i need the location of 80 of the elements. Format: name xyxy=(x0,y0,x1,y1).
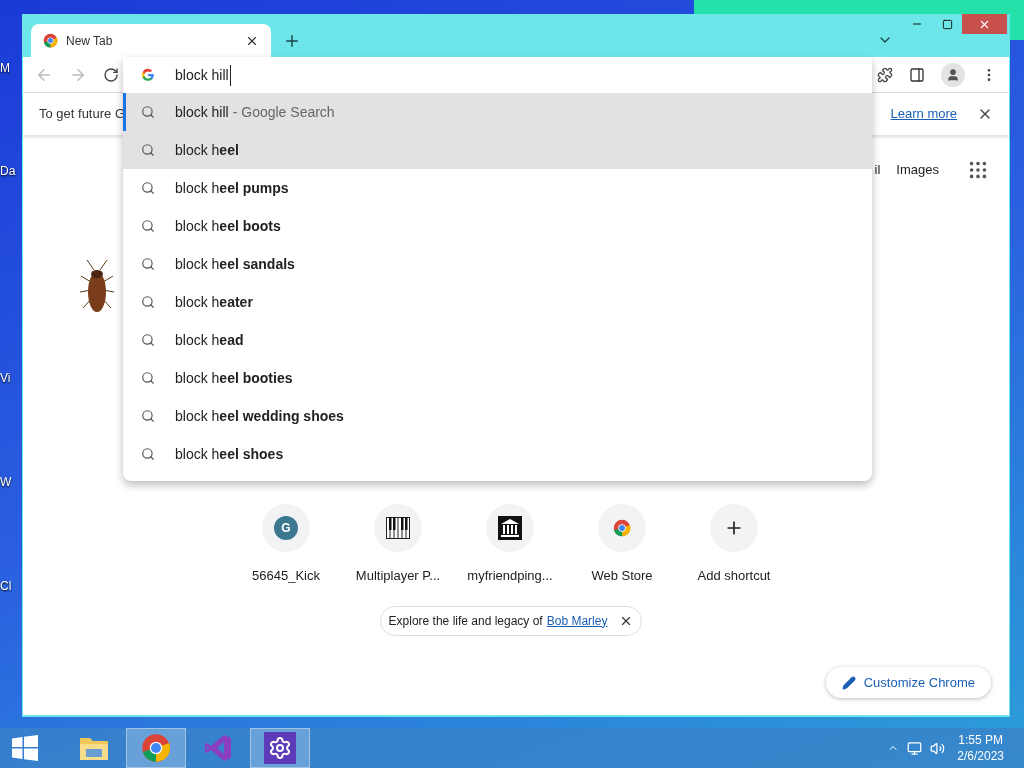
search-icon xyxy=(141,371,155,385)
shortcut-tile[interactable]: Web Store xyxy=(579,504,665,586)
web-store-icon xyxy=(613,519,631,537)
desktop-icon-label[interactable]: M xyxy=(0,60,10,76)
suggestion-item[interactable]: block heel sandals xyxy=(123,245,872,283)
shortcut-label: Add shortcut xyxy=(697,567,771,585)
suggestion-text: block heel booties xyxy=(175,368,293,388)
shortcut-label: myfriendping... xyxy=(467,567,553,585)
shortcut-tile[interactable]: Multiplayer P... xyxy=(355,504,441,586)
apps-grid-icon[interactable] xyxy=(967,159,989,181)
infinity-ribbon-icon xyxy=(203,733,233,763)
side-panel-icon[interactable] xyxy=(909,66,925,83)
desktop-icon-label[interactable]: W xyxy=(0,474,12,490)
promo-link[interactable]: Bob Marley xyxy=(546,611,608,630)
browser-tab[interactable]: New Tab xyxy=(31,24,271,57)
header-link[interactable]: Images xyxy=(896,160,939,180)
pencil-icon xyxy=(841,675,856,690)
volume-icon[interactable] xyxy=(930,740,946,756)
gear-tile-icon xyxy=(264,732,296,764)
site-letter-icon: G xyxy=(274,516,298,540)
piano-keys-icon xyxy=(386,517,410,539)
customize-chrome-button[interactable]: Customize Chrome xyxy=(825,667,991,698)
shortcut-label: 56645_Kick xyxy=(252,567,320,585)
learn-more-link[interactable]: Learn more xyxy=(890,104,957,124)
maximize-icon xyxy=(941,18,953,30)
search-icon xyxy=(141,143,155,157)
shortcut-tile[interactable]: myfriendping... xyxy=(467,504,553,586)
suggestion-item[interactable]: block head xyxy=(123,321,872,359)
shortcut-tile[interactable]: Add shortcut xyxy=(691,504,777,586)
suggestion-text: block heel xyxy=(175,140,239,160)
chrome-logo-icon xyxy=(43,33,58,48)
suggestion-item[interactable]: block heel booties xyxy=(123,359,872,397)
suggestion-item[interactable]: block hill - Google Search xyxy=(123,93,872,131)
suggestion-description: - Google Search xyxy=(232,102,335,122)
search-icon xyxy=(141,257,155,271)
suggestion-item[interactable]: block heel wedding shoes xyxy=(123,397,872,435)
suggestion-text: block heater xyxy=(175,292,253,312)
search-icon xyxy=(141,409,155,423)
search-icon xyxy=(141,447,155,461)
suggestion-text: block heel sandals xyxy=(175,254,295,274)
suggestion-text: block hill xyxy=(175,102,229,122)
google-logo-icon xyxy=(141,68,155,82)
suggestion-text: block heel shoes xyxy=(175,444,284,464)
suggestion-text: block heel boots xyxy=(175,216,281,236)
desktop-icon-label[interactable]: Cl xyxy=(0,578,12,594)
suggestion-text: block head xyxy=(175,330,244,350)
suggestion-item[interactable]: block heater xyxy=(123,283,872,321)
extensions-icon[interactable] xyxy=(877,66,893,83)
search-icon xyxy=(141,219,155,233)
tab-title: New Tab xyxy=(66,32,114,50)
taskbar-app-button[interactable] xyxy=(250,728,310,768)
reload-icon[interactable] xyxy=(103,66,119,83)
museum-building-icon xyxy=(498,516,522,540)
desktop-icon-label[interactable]: Vi xyxy=(0,370,11,386)
promo-text: Explore the life and legacy of xyxy=(388,612,543,630)
search-icon xyxy=(141,105,155,119)
shortcut-label: Web Store xyxy=(591,567,653,585)
search-icon xyxy=(141,333,155,347)
shortcut-label: Multiplayer P... xyxy=(355,567,441,585)
search-icon xyxy=(141,295,155,309)
suggestion-item[interactable]: block heel pumps xyxy=(123,169,872,207)
search-icon xyxy=(141,181,155,195)
suggestion-item[interactable]: block heel boots xyxy=(123,207,872,245)
shortcut-tile[interactable]: G 56645_Kick xyxy=(243,504,329,586)
profile-avatar-icon[interactable] xyxy=(941,62,965,87)
windows-logo-icon[interactable] xyxy=(12,735,38,761)
suggestion-text: block heel pumps xyxy=(175,178,289,198)
network-icon[interactable] xyxy=(907,740,923,756)
suggestion-item[interactable]: block heel shoes xyxy=(123,435,872,473)
suggestion-item[interactable]: block heel xyxy=(123,131,872,169)
chrome-logo-icon xyxy=(141,733,171,763)
clock-time: 1:55 PM xyxy=(958,732,1003,748)
header-link[interactable]: il xyxy=(874,160,881,180)
clock-date: 2/6/2023 xyxy=(957,748,1004,764)
desktop-icon-label[interactable]: Da xyxy=(0,163,16,179)
omnibox-input-text: block hill xyxy=(175,64,231,86)
suggestion-text: block heel wedding shoes xyxy=(175,406,344,426)
taskbar-clock[interactable]: 1:55 PM 2/6/2023 xyxy=(957,732,1004,764)
new-tab-icon[interactable] xyxy=(283,32,301,50)
omnibox-field[interactable]: block hill xyxy=(123,57,872,93)
